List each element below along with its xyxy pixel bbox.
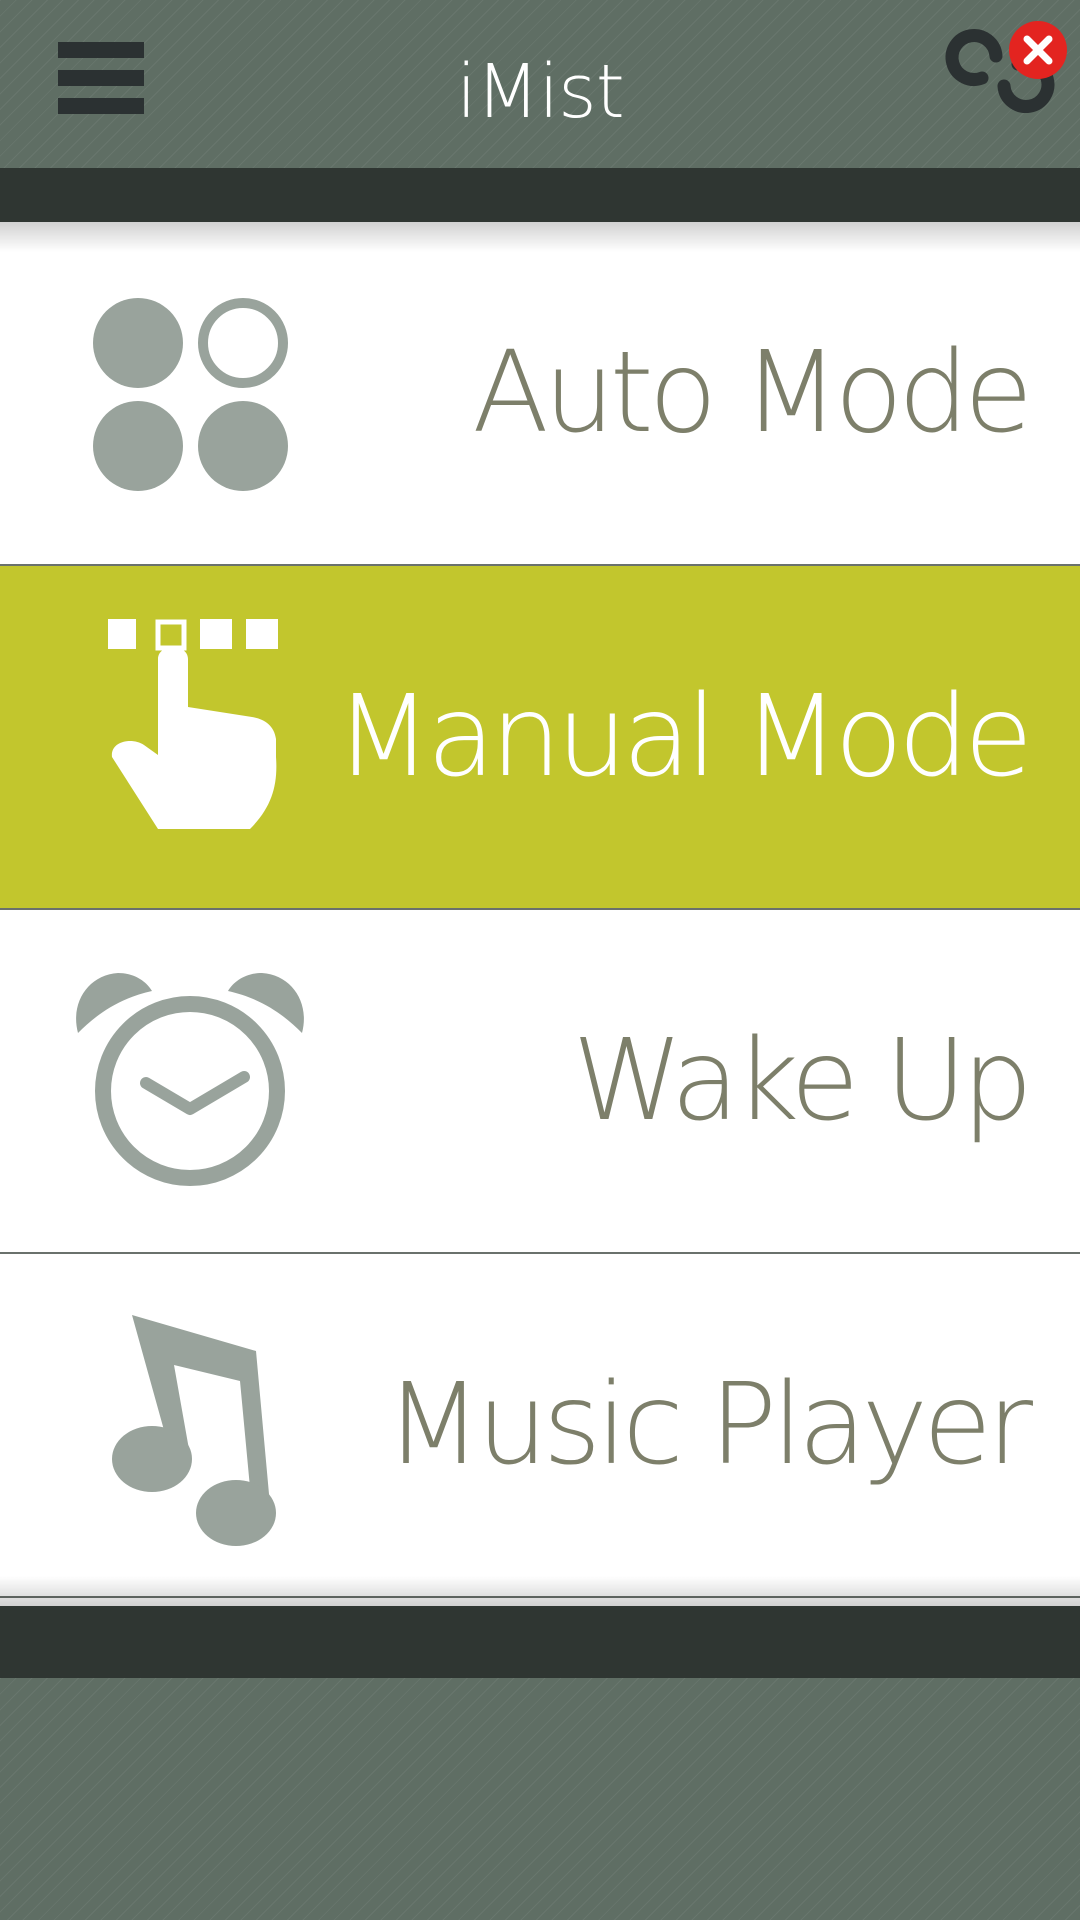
alarm-clock-icon (76, 973, 304, 1186)
menu-item-manual-mode[interactable]: Manual Mode (0, 566, 1080, 910)
menu-item-label: Auto Mode (472, 328, 1033, 458)
menu-item-music-player[interactable]: Music Player (0, 1254, 1080, 1598)
four-dots-icon (93, 298, 288, 491)
footer-area (0, 1678, 1080, 1920)
menu-item-label: Manual Mode (335, 672, 1033, 802)
close-icon[interactable] (1008, 20, 1068, 80)
music-note-icon (112, 1315, 276, 1546)
connection-button[interactable] (930, 20, 1070, 122)
menu-item-wake-up[interactable]: Wake Up (0, 910, 1080, 1254)
menu-item-label: Music Player (385, 1360, 1033, 1490)
header-divider-band (0, 168, 1080, 222)
tap-finger-icon (108, 619, 278, 829)
mode-menu: Auto Mode Manual Mode Wake Up Music Play… (0, 222, 1080, 1606)
menu-item-auto-mode[interactable]: Auto Mode (0, 222, 1080, 566)
app-title: iMist (456, 49, 625, 135)
footer-divider-band (0, 1606, 1080, 1678)
menu-item-label: Wake Up (572, 1016, 1033, 1146)
top-bar: iMist (0, 0, 1080, 168)
